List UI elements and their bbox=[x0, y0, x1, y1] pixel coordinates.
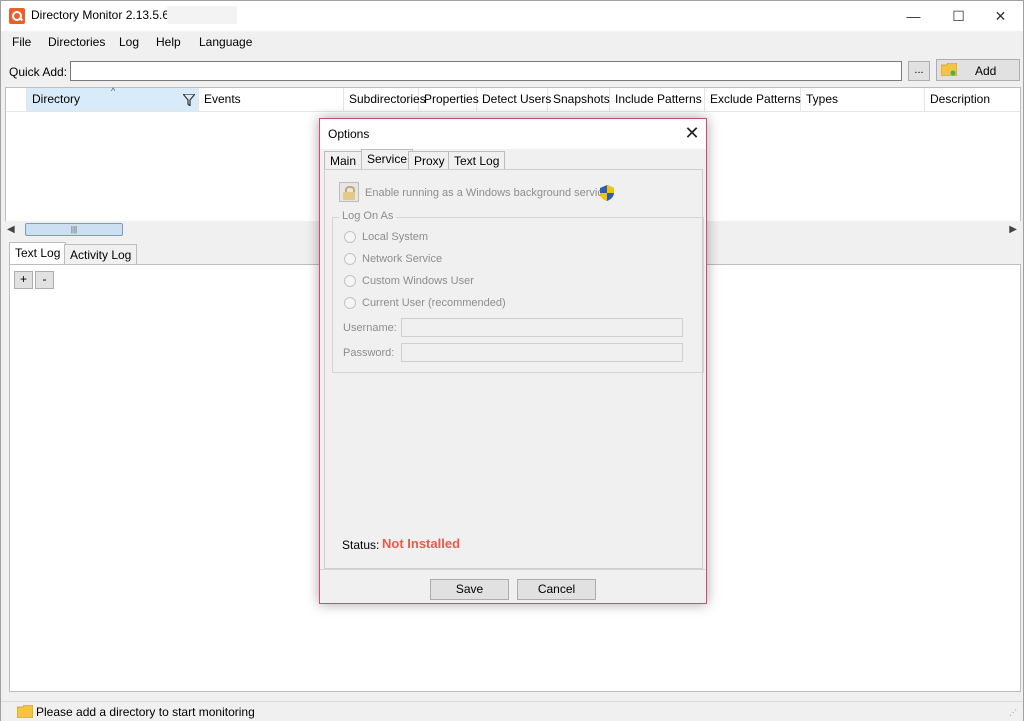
title-bar: Directory Monitor 2.13.5.6 - — ☐ ✕ bbox=[1, 1, 1023, 31]
dialog-title-bar: Options ✕ bbox=[320, 119, 706, 149]
menu-bar: File Directories Log Help Language bbox=[1, 31, 1023, 53]
zoom-out-button[interactable]: - bbox=[35, 271, 54, 289]
dialog-title: Options bbox=[328, 127, 370, 141]
filter-icon[interactable] bbox=[183, 94, 195, 106]
add-button[interactable]: Add bbox=[936, 59, 1020, 81]
redacted-title-suffix bbox=[167, 6, 237, 24]
close-button[interactable]: ✕ bbox=[978, 1, 1023, 31]
maximize-button[interactable]: ☐ bbox=[936, 1, 981, 31]
sort-ascending-icon: ^ bbox=[111, 86, 116, 96]
tab-service[interactable]: Service bbox=[361, 149, 414, 170]
scrollbar-thumb[interactable]: ||| bbox=[25, 223, 123, 236]
zoom-in-button[interactable]: + bbox=[14, 271, 33, 289]
column-types[interactable]: Types bbox=[801, 88, 925, 111]
row-header-corner bbox=[6, 88, 27, 111]
password-field[interactable] bbox=[401, 343, 683, 362]
cancel-button[interactable]: Cancel bbox=[517, 579, 596, 600]
column-exclude-patterns[interactable]: Exclude Patterns bbox=[705, 88, 801, 111]
save-button[interactable]: Save bbox=[430, 579, 509, 600]
scroll-left-arrow-icon[interactable]: ◀ bbox=[7, 224, 15, 235]
password-label: Password: bbox=[343, 347, 395, 359]
radio-network-service[interactable] bbox=[344, 253, 356, 265]
status-bar: Please add a directory to start monitori… bbox=[1, 701, 1023, 721]
menu-language[interactable]: Language bbox=[199, 35, 252, 49]
tab-text-log-options[interactable]: Text Log bbox=[448, 151, 506, 169]
username-label: Username: bbox=[343, 322, 397, 334]
quick-add-label: Quick Add: bbox=[9, 65, 68, 79]
tab-proxy[interactable]: Proxy bbox=[408, 151, 451, 169]
status-message: Please add a directory to start monitori… bbox=[36, 705, 255, 719]
service-status-value: Not Installed bbox=[382, 536, 461, 551]
menu-directories[interactable]: Directories bbox=[48, 35, 105, 49]
radio-custom-windows-user-label: Custom Windows User bbox=[362, 275, 474, 287]
column-directory-label: Directory bbox=[32, 92, 81, 106]
tab-text-log[interactable]: Text Log bbox=[9, 242, 67, 265]
app-icon bbox=[9, 8, 25, 24]
dialog-footer: Save Cancel bbox=[320, 569, 706, 603]
quick-add-input[interactable] bbox=[70, 61, 902, 81]
radio-current-user[interactable] bbox=[344, 297, 356, 309]
column-events[interactable]: Events bbox=[199, 88, 344, 111]
shield-icon bbox=[600, 185, 614, 201]
tab-main[interactable]: Main bbox=[324, 151, 363, 169]
column-snapshots[interactable]: Snapshots bbox=[548, 88, 610, 111]
username-field[interactable] bbox=[401, 318, 683, 337]
main-window: Directory Monitor 2.13.5.6 - — ☐ ✕ File … bbox=[0, 0, 1024, 721]
menu-file[interactable]: File bbox=[12, 35, 31, 49]
radio-local-system-label: Local System bbox=[362, 231, 429, 243]
folder-icon bbox=[17, 705, 33, 718]
column-detect-users[interactable]: Detect Users bbox=[477, 88, 551, 111]
minimize-button[interactable]: — bbox=[891, 1, 936, 31]
column-properties[interactable]: Properties bbox=[419, 88, 479, 111]
grid-header: Directory ^ Events Subdirectories Proper… bbox=[6, 86, 1020, 112]
column-description[interactable]: Description bbox=[925, 88, 1020, 111]
dialog-close-button[interactable]: ✕ bbox=[682, 122, 702, 144]
add-button-label: Add bbox=[975, 64, 997, 78]
radio-local-system[interactable] bbox=[344, 231, 356, 243]
window-title: Directory Monitor 2.13.5.6 - bbox=[31, 8, 177, 22]
logon-as-group: Log On As Local System Network Service C… bbox=[332, 210, 704, 373]
tab-activity-log[interactable]: Activity Log bbox=[64, 244, 138, 264]
radio-current-user-label: Current User (recommended) bbox=[362, 297, 506, 309]
menu-log[interactable]: Log bbox=[119, 35, 139, 49]
column-subdirectories[interactable]: Subdirectories bbox=[344, 88, 426, 111]
menu-help[interactable]: Help bbox=[156, 35, 181, 49]
options-dialog: Options ✕ Main Service Proxy Text Log En… bbox=[319, 118, 707, 604]
radio-custom-windows-user[interactable] bbox=[344, 275, 356, 287]
browse-button[interactable]: ... bbox=[908, 61, 930, 81]
logon-as-legend: Log On As bbox=[339, 210, 397, 222]
column-directory[interactable]: Directory ^ bbox=[27, 86, 199, 111]
scroll-right-arrow-icon[interactable]: ▶ bbox=[1009, 224, 1017, 235]
enable-service-label: Enable running as a Windows background s… bbox=[365, 187, 609, 199]
lock-icon[interactable] bbox=[339, 182, 359, 202]
service-tab-panel: Enable running as a Windows background s… bbox=[324, 169, 704, 569]
folder-icon bbox=[941, 63, 957, 76]
column-include-patterns[interactable]: Include Patterns bbox=[610, 88, 705, 111]
resize-grip-icon[interactable]: ⋰ bbox=[1009, 708, 1019, 718]
service-status-label: Status: bbox=[342, 538, 380, 552]
radio-network-service-label: Network Service bbox=[362, 253, 443, 265]
